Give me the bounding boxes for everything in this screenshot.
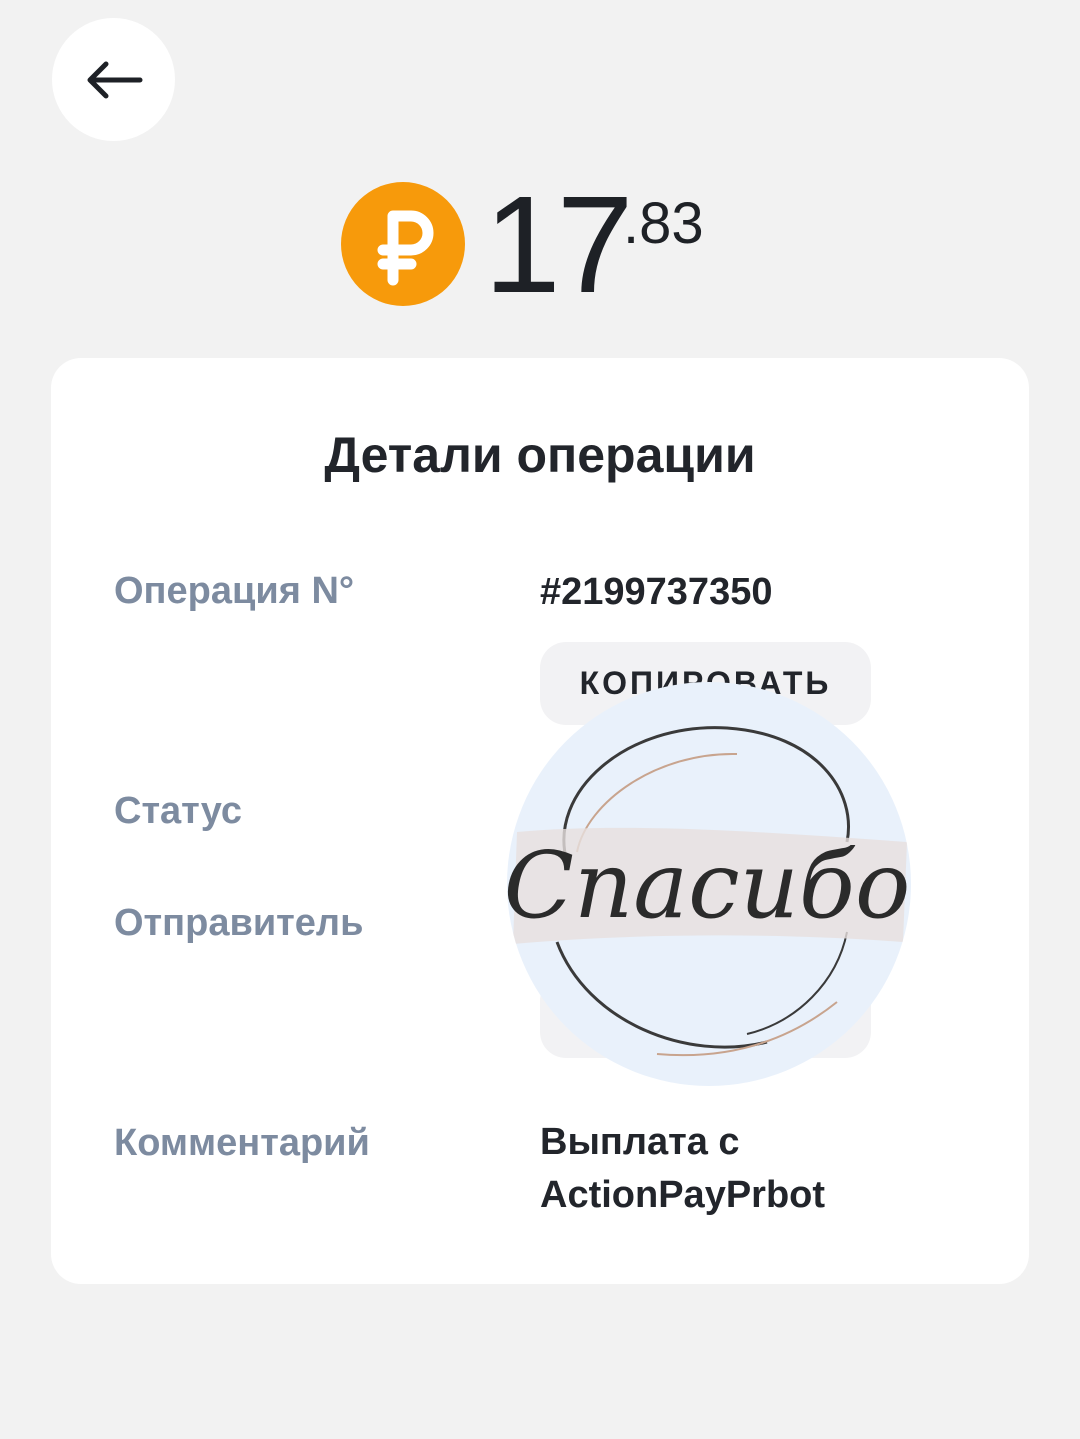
thank-you-sticker: Спасибо <box>507 682 911 1086</box>
back-button[interactable] <box>52 18 175 141</box>
sender-label: Отправитель <box>114 902 364 944</box>
comment-value-line1: Выплата с <box>540 1121 740 1163</box>
ruble-coin-icon <box>341 182 465 306</box>
operation-number-value: #2199737350 <box>540 571 773 613</box>
details-title: Детали операции <box>324 427 756 483</box>
status-label: Статус <box>114 790 243 832</box>
amount-integer: 17 <box>484 168 633 322</box>
sticker-text: Спасибо <box>507 832 910 939</box>
amount-display: 17 .83 <box>0 170 1080 320</box>
arrow-left-icon <box>87 61 142 98</box>
amount-fraction: .83 <box>623 191 704 256</box>
operation-number-label: Операция N° <box>114 570 355 612</box>
comment-label: Комментарий <box>114 1122 370 1164</box>
comment-value-line2: ActionPayPrbot <box>540 1174 826 1216</box>
